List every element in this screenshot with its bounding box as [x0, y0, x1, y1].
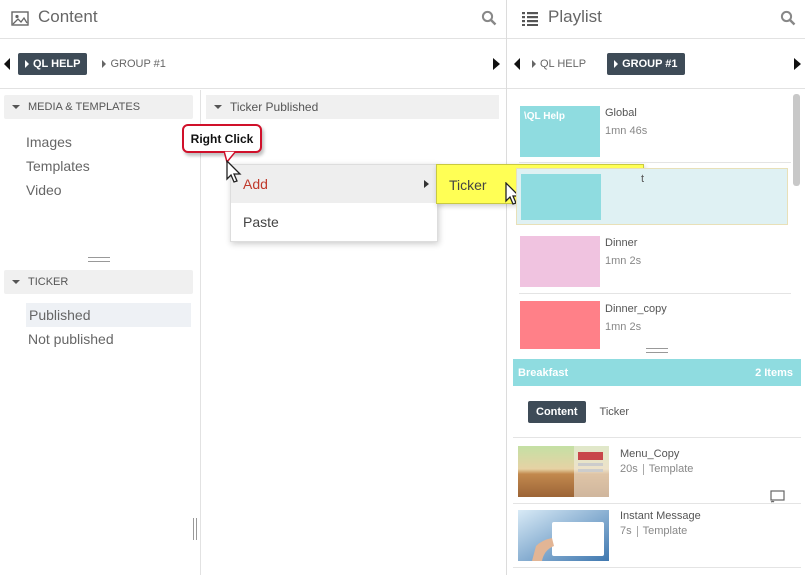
playlist-duration: 1mn 2s: [605, 255, 642, 267]
menu-item-label: Add: [243, 176, 268, 192]
list-icon: [522, 12, 538, 26]
subtab-ticker[interactable]: Ticker: [592, 401, 638, 423]
collapse-icon: [12, 280, 20, 284]
tab-arrow-icon: [102, 60, 107, 68]
playlist-thumbnail: [520, 301, 600, 349]
media-templates-section[interactable]: MEDIA & TEMPLATES: [4, 95, 193, 119]
playlist-duration: 1mn 46s: [605, 125, 648, 137]
tabs-scroll-right-icon[interactable]: [493, 58, 500, 70]
instant-message-thumbnail: [518, 510, 609, 561]
item-count-badge: 2 Items: [755, 366, 793, 379]
tab-arrow-icon: [614, 60, 619, 68]
menu-item-label: Paste: [243, 214, 279, 230]
content-item-name: Instant Message: [620, 510, 701, 522]
playlist-item[interactable]: Dinner 1mn 2s: [515, 228, 791, 290]
subtab-content[interactable]: Content: [528, 401, 586, 423]
content-item-duration: 7s: [620, 525, 632, 537]
breakfast-header[interactable]: Breakfast 2 Items: [513, 359, 801, 386]
content-tabs-row: QL HELP GROUP #1: [0, 39, 506, 89]
playlist-name: Global: [605, 107, 637, 119]
playlist-group-label: Breakfast: [518, 366, 569, 379]
vertical-resize-grip-icon[interactable]: [193, 518, 197, 540]
tab-label: GROUP #1: [622, 58, 678, 70]
resize-grip-icon[interactable]: [88, 257, 110, 262]
tabs-scroll-right-icon[interactable]: [794, 58, 801, 70]
playlist-panel: Playlist QL HELP GROUP #1 \QL Help Globa…: [507, 0, 805, 575]
content-panel-title: Content: [38, 7, 98, 26]
menu-item-paste[interactable]: Paste: [231, 203, 437, 241]
content-item[interactable]: Instant Message 7s Template: [513, 506, 801, 566]
playlist-thumbnail: [521, 174, 601, 220]
playlist-name: Dinner: [605, 237, 638, 249]
tab-arrow-icon: [25, 60, 29, 68]
playlist-item[interactable]: \QL Help Global 1mn 46s: [515, 95, 791, 163]
playlist-item[interactable]: Dinner_copy 1mn 2s: [515, 294, 791, 352]
right-click-callout: Right Click: [182, 124, 262, 153]
tab-group-1[interactable]: GROUP #1: [607, 53, 685, 75]
playlist-thumbnail: \QL Help: [520, 106, 600, 157]
playlist-tabs-row: QL HELP GROUP #1: [507, 39, 805, 89]
ticker-published-section[interactable]: Ticker Published: [206, 95, 499, 119]
breakfast-subtabs: Content Ticker: [528, 401, 637, 423]
search-icon[interactable]: [780, 10, 796, 26]
content-image-icon: [11, 11, 29, 26]
playlist-thumbnail: [520, 236, 600, 287]
content-item-type: Template: [642, 525, 688, 537]
content-panel: Content QL HELP GROUP #1 MEDIA & TEMPLAT…: [0, 0, 507, 575]
submenu-item-ticker[interactable]: Ticker: [449, 177, 487, 193]
section-label: Ticker Published: [230, 100, 319, 114]
playlist-name: t: [641, 173, 645, 185]
tab-label: GROUP #1: [110, 58, 166, 70]
playlist-scrollbar[interactable]: [793, 94, 800, 186]
playlist-panel-header: Playlist: [507, 0, 805, 39]
submenu-arrow-icon: [424, 180, 429, 188]
sidebar-item-not-published[interactable]: Not published: [0, 327, 200, 351]
playlist-item-selected[interactable]: t: [516, 168, 788, 225]
ticker-section[interactable]: TICKER: [4, 270, 193, 294]
thumbnail-text: \QL Help: [524, 111, 565, 122]
section-label: TICKER: [28, 276, 69, 288]
sidebar-item-images[interactable]: Images: [0, 130, 200, 154]
tab-ql-help[interactable]: QL HELP: [18, 53, 88, 75]
sidebar-item-published[interactable]: Published: [26, 303, 191, 327]
mouse-cursor-icon: [226, 160, 242, 183]
content-item[interactable]: Menu_Copy 20s Template: [513, 442, 801, 503]
tabs-scroll-left-icon[interactable]: [4, 58, 10, 70]
section-label: MEDIA & TEMPLATES: [28, 101, 141, 113]
menu-template-thumbnail: [518, 446, 609, 497]
resize-grip-icon[interactable]: [646, 348, 668, 353]
playlist-panel-title: Playlist: [548, 7, 602, 26]
playlist-list: \QL Help Global 1mn 46s t Dinner 1mn 2s …: [515, 95, 791, 350]
sidebar-item-video[interactable]: Video: [0, 178, 200, 202]
tab-arrow-icon: [532, 60, 536, 68]
tab-label: QL HELP: [540, 58, 587, 70]
callout-label: Right Click: [190, 131, 254, 146]
content-item-duration: 20s: [620, 463, 638, 475]
tab-ql-help[interactable]: QL HELP: [525, 53, 593, 75]
tabs-scroll-left-icon[interactable]: [514, 58, 520, 70]
tab-label: QL HELP: [33, 58, 81, 70]
playlist-duration: 1mn 2s: [605, 321, 642, 333]
tab-group-1[interactable]: GROUP #1: [95, 53, 172, 75]
content-item-name: Menu_Copy: [620, 448, 680, 460]
content-item-type: Template: [648, 463, 694, 475]
sidebar-item-templates[interactable]: Templates: [0, 154, 200, 178]
collapse-icon: [12, 105, 20, 109]
context-menu: Add Paste: [230, 164, 438, 242]
menu-item-add[interactable]: Add: [231, 165, 437, 203]
playlist-name: Dinner_copy: [605, 303, 667, 315]
collapse-icon: [214, 105, 222, 109]
content-sidebar: MEDIA & TEMPLATES Images Templates Video…: [0, 90, 201, 575]
search-icon[interactable]: [481, 10, 497, 26]
cast-icon[interactable]: [770, 490, 786, 503]
content-panel-header: Content: [0, 0, 506, 39]
